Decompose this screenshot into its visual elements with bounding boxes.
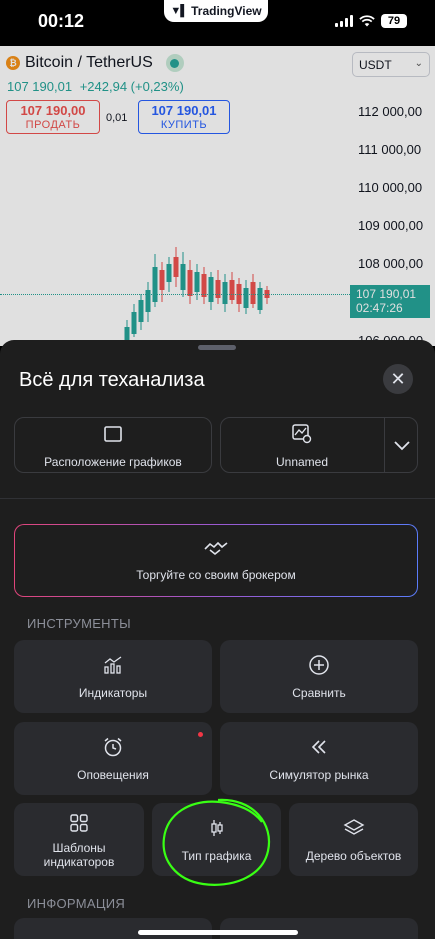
chart-type-button[interactable]: Тип графика: [152, 803, 281, 876]
market-replay-label: Симулятор рынка: [269, 768, 369, 782]
indicators-button[interactable]: Индикаторы: [14, 640, 212, 713]
sheet-drag-handle[interactable]: [198, 345, 236, 350]
market-replay-button[interactable]: Симулятор рынка: [220, 722, 418, 795]
rewind-icon: [307, 735, 331, 759]
battery-indicator: 79: [381, 14, 407, 28]
sheet-title: Всё для теханализа: [19, 369, 205, 391]
technical-analysis-sheet: Всё для теханализа ✕ Расположение график…: [0, 340, 435, 939]
tradingview-logo-icon: ▼▌: [170, 5, 188, 17]
square-icon: [101, 422, 125, 446]
chart-layout-label: Расположение графиков: [44, 454, 182, 469]
chevron-down-icon: [393, 441, 410, 451]
alerts-button[interactable]: Оповещения: [14, 722, 212, 795]
chart-type-label: Тип графика: [181, 849, 252, 863]
chart-settings-icon: [290, 422, 314, 446]
object-tree-label: Дерево объектов: [305, 849, 402, 863]
close-button[interactable]: ✕: [383, 364, 413, 394]
info-card-right[interactable]: [220, 918, 418, 939]
layers-icon: [342, 816, 366, 840]
chart-layout-button[interactable]: Расположение графиков: [14, 417, 212, 473]
candlestick-icon: [205, 816, 229, 840]
tradingview-badge-label: TradingView: [191, 4, 262, 18]
sheet-backdrop[interactable]: [0, 46, 435, 346]
cellular-signal-icon: [335, 15, 353, 27]
close-icon: ✕: [390, 368, 406, 389]
status-time: 00:12: [38, 11, 85, 31]
tools-section-header: ИНСТРУМЕНТЫ: [27, 616, 131, 631]
indicator-templates-label: Шаблоны индикаторов: [43, 840, 115, 869]
status-icons: 79: [335, 14, 407, 28]
compare-button[interactable]: Сравнить: [220, 640, 418, 713]
wifi-icon: [359, 15, 375, 27]
indicators-icon: [101, 653, 125, 677]
object-tree-button[interactable]: Дерево объектов: [289, 803, 418, 876]
plus-circle-icon: [307, 653, 331, 677]
info-card-left[interactable]: [14, 918, 212, 939]
alerts-label: Оповещения: [77, 768, 149, 782]
chart-template-label: Unnamed: [275, 454, 329, 469]
template-dropdown-button[interactable]: [384, 417, 418, 473]
compare-label: Сравнить: [292, 686, 346, 700]
handshake-icon: [203, 539, 229, 560]
divider: [0, 498, 435, 499]
tradingview-badge: ▼▌ TradingView: [164, 0, 268, 22]
alarm-clock-icon: [101, 735, 125, 759]
trade-with-broker-button[interactable]: Торгуйте со своим брокером: [14, 524, 418, 597]
trade-with-broker-label: Торгуйте со своим брокером: [136, 568, 296, 582]
status-bar: 00:12 ▼▌ TradingView 79: [0, 0, 435, 46]
info-section-header: ИНФОРМАЦИЯ: [27, 896, 126, 911]
grid-icon: [67, 811, 91, 835]
notification-dot: [198, 732, 203, 737]
indicators-label: Индикаторы: [78, 686, 148, 700]
home-indicator: [138, 930, 298, 935]
indicator-templates-button[interactable]: Шаблоны индикаторов: [14, 803, 144, 876]
